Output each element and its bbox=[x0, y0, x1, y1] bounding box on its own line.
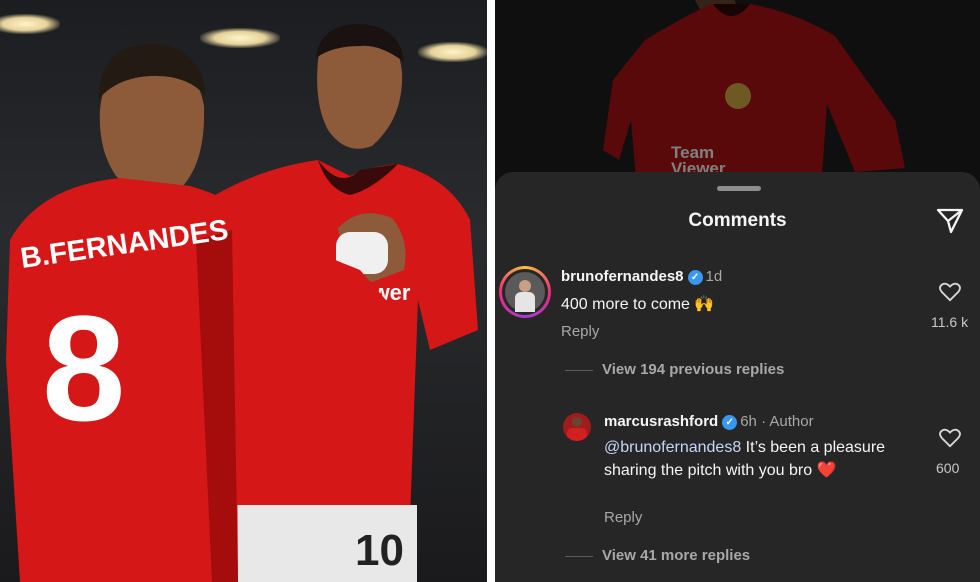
verified-icon: ✓ bbox=[687, 270, 703, 285]
like-count: 11.6 k bbox=[931, 314, 969, 330]
heart-icon[interactable] bbox=[939, 428, 961, 448]
divider bbox=[487, 0, 495, 582]
shirt-number: 8 bbox=[42, 284, 125, 452]
sheet-title: Comments bbox=[688, 210, 787, 231]
comment-username[interactable]: brunofernandes8 ✓ 1d bbox=[561, 268, 722, 285]
avatar[interactable] bbox=[502, 269, 548, 315]
post-image: Team Viewer bbox=[495, 0, 980, 190]
avatar[interactable] bbox=[563, 413, 591, 441]
like-count: 600 bbox=[936, 460, 960, 476]
reply-button[interactable]: Reply bbox=[604, 509, 642, 526]
drag-handle[interactable] bbox=[717, 186, 761, 191]
comment-text: 400 more to come 🙌 bbox=[561, 296, 715, 313]
instagram-comments-screen: Team Viewer Comments brunofernandes8 ✓ 1d … bbox=[495, 0, 980, 582]
send-icon[interactable] bbox=[935, 207, 965, 235]
view-more-replies[interactable]: View 41 more replies bbox=[602, 547, 750, 564]
verified-icon: ✓ bbox=[722, 415, 738, 430]
thread-line bbox=[565, 556, 593, 557]
comment-text: @brunofernandes8 It’s been a pleasure sh… bbox=[604, 439, 886, 479]
heart-icon[interactable] bbox=[939, 282, 961, 302]
shorts-number: 10 bbox=[355, 526, 404, 575]
thread-line bbox=[565, 370, 593, 371]
mention-link[interactable]: @brunofernandes8 bbox=[604, 439, 741, 456]
players-illustration: 10 Team Viewer B.FERNANDES 8 bbox=[6, 24, 478, 582]
view-previous-replies[interactable]: View 194 previous replies bbox=[602, 361, 784, 378]
comment-username[interactable]: marcusrashford ✓ 6h · Author bbox=[604, 413, 814, 430]
reply-button[interactable]: Reply bbox=[561, 323, 599, 340]
comments-sheet: Comments brunofernandes8 ✓ 1d 400 more to … bbox=[495, 172, 980, 582]
celebration-photo: 10 Team Viewer B.FERNANDES 8 bbox=[0, 0, 487, 582]
author-label: Author bbox=[769, 413, 814, 430]
